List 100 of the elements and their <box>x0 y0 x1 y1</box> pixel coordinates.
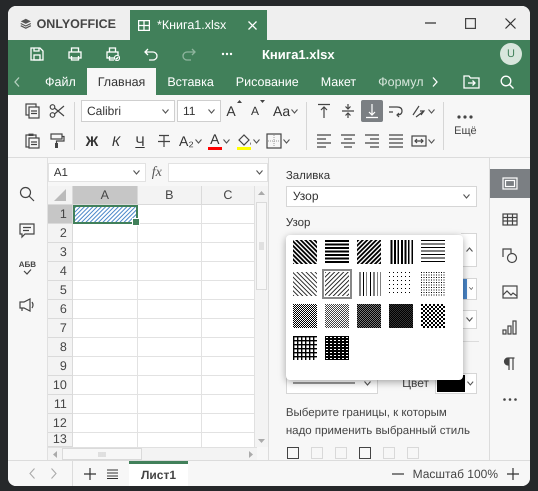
pattern-swatch <box>388 240 413 264</box>
field-label: Заливка <box>286 170 332 182</box>
minus-icon <box>392 472 404 474</box>
increase-font-button[interactable]: A <box>223 100 245 122</box>
document-tab[interactable]: *Книга1.xlsx <box>130 10 267 40</box>
field-label: Цвет <box>402 376 429 390</box>
caret-up-icon <box>258 190 265 194</box>
row-header[interactable]: 10 <box>48 376 73 395</box>
user-avatar[interactable]: U <box>500 43 522 65</box>
pattern-option[interactable] <box>322 269 352 299</box>
caret-right-icon <box>249 450 254 458</box>
chevron-left-icon <box>14 76 20 86</box>
row-header[interactable]: 7 <box>48 319 73 338</box>
grip-icon <box>258 242 264 250</box>
row-header[interactable]: 6 <box>48 300 73 319</box>
row-header[interactable]: 4 <box>48 262 73 281</box>
column-header[interactable]: C <box>202 186 254 205</box>
chevron-right-icon <box>51 468 57 479</box>
caret-icon <box>428 108 436 114</box>
clipboard-icon <box>25 133 41 149</box>
copy-icon <box>25 103 41 119</box>
column-header[interactable]: B <box>138 186 202 205</box>
pattern-swatch <box>292 272 317 296</box>
row-header[interactable]: 12 <box>48 414 73 433</box>
row-header[interactable]: 8 <box>48 338 73 357</box>
decrease-font-button[interactable]: A <box>247 100 269 122</box>
shapes-icon <box>502 248 518 264</box>
scrollbar-thumb[interactable] <box>62 448 142 460</box>
close-icon <box>504 18 516 28</box>
ribbon-tab[interactable]: Рисование <box>224 68 310 95</box>
change-case-button[interactable]: Aa <box>271 100 300 122</box>
plus-icon <box>507 468 519 480</box>
caret-icon <box>252 138 260 144</box>
ribbon-tab[interactable]: Файл <box>34 68 87 95</box>
border-icon <box>334 446 347 459</box>
pattern-swatch <box>292 240 317 264</box>
selected-cell[interactable] <box>72 205 138 224</box>
fill-handle[interactable] <box>132 218 140 226</box>
caret-icon <box>282 138 290 144</box>
underline-button[interactable]: Ч <box>129 130 151 152</box>
border-option-button[interactable] <box>358 446 372 460</box>
pattern-swatch <box>324 272 349 296</box>
caret-up-icon <box>466 247 473 252</box>
ribbon-tab[interactable]: Главная <box>86 68 156 95</box>
table-cell <box>138 357 202 376</box>
table-cell <box>138 224 202 243</box>
row-header[interactable]: 13 <box>48 433 73 447</box>
folder-arrow-icon <box>462 74 480 88</box>
ribbon-tab[interactable]: Вставка <box>156 68 225 95</box>
align-center-icon <box>340 133 356 149</box>
paint-bucket-icon <box>236 132 252 150</box>
pattern-swatch <box>356 240 381 264</box>
subscript-button[interactable]: A₂ <box>177 130 204 152</box>
align-bottom-button[interactable] <box>361 100 384 122</box>
caret-icon <box>467 380 474 386</box>
align-middle-icon <box>340 103 356 119</box>
comment-icon <box>19 223 36 239</box>
caret-icon <box>222 138 230 144</box>
pattern-swatch <box>420 304 445 328</box>
border-option-button[interactable] <box>286 446 300 460</box>
sheet-tab[interactable]: Лист1 <box>129 461 188 486</box>
bold-button[interactable]: Ж <box>81 130 103 152</box>
maximize-icon <box>464 18 476 28</box>
chevron-left-icon <box>29 468 35 479</box>
border-icon <box>406 446 419 459</box>
spellcheck-button[interactable]: АБВ <box>13 258 42 278</box>
fill-type-select[interactable]: Узор <box>286 186 477 207</box>
sidebar-tab[interactable] <box>490 169 530 198</box>
grip-icon <box>98 452 106 456</box>
pattern-swatch <box>292 336 317 360</box>
column-header[interactable]: A <box>72 186 138 205</box>
font-name-select[interactable]: Calibri <box>81 100 175 122</box>
scrollbar-thumb[interactable] <box>256 202 267 290</box>
align-right-icon <box>364 133 380 149</box>
paint-roller-icon <box>49 133 65 149</box>
table-cell <box>72 243 138 262</box>
ribbon-tab[interactable]: Макет <box>310 68 368 95</box>
caret-icon <box>463 194 470 199</box>
ribbon-tab[interactable]: Формул <box>367 68 426 95</box>
megaphone-icon <box>18 298 36 312</box>
row-header[interactable]: 9 <box>48 357 73 376</box>
row-header[interactable]: 11 <box>48 395 73 414</box>
table-icon <box>502 212 518 228</box>
italic-button[interactable]: К <box>105 130 127 152</box>
font-color-button[interactable]: A <box>206 130 232 152</box>
image-icon <box>502 284 518 300</box>
row-header[interactable]: 5 <box>48 281 73 300</box>
row-header[interactable]: 3 <box>48 243 73 262</box>
formula-field[interactable] <box>168 163 268 182</box>
save-icon <box>30 47 44 61</box>
cell-settings-icon <box>502 176 518 192</box>
border-icon <box>286 446 299 459</box>
row-header[interactable]: 1 <box>48 205 73 224</box>
more-button[interactable]: Ещё <box>444 115 489 137</box>
cell-name-field[interactable]: A1 <box>48 163 146 182</box>
row-header[interactable]: 2 <box>48 224 73 243</box>
caret-icon <box>256 170 263 175</box>
font-size-select[interactable]: 11 <box>177 100 221 122</box>
table-cell <box>138 243 202 262</box>
table-cell <box>138 205 202 224</box>
